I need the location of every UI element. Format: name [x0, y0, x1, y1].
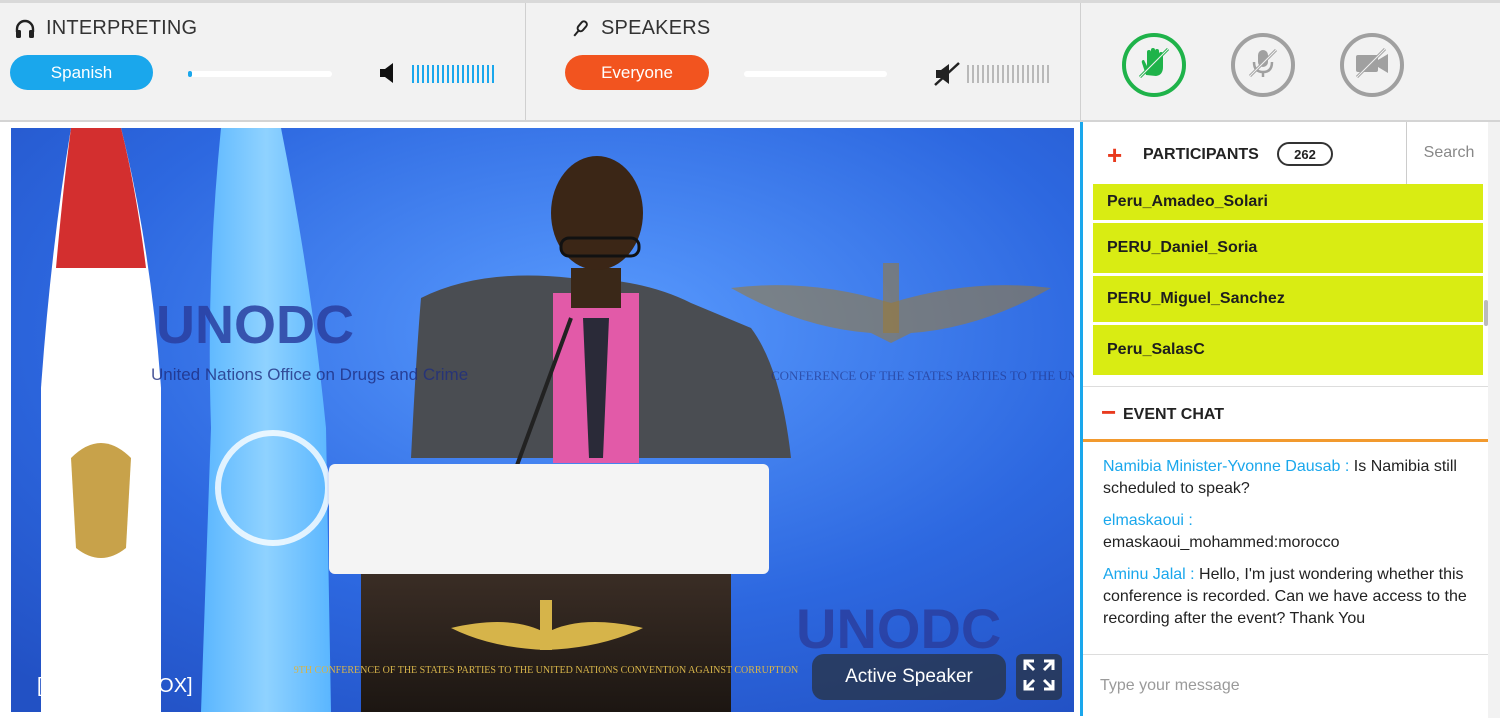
- fullscreen-icon: [1022, 658, 1056, 697]
- volume-bar: [492, 65, 494, 83]
- volume-bar: [982, 65, 984, 83]
- chat-message: elmaskaoui : emaskaoui_mohammed:morocco: [1103, 510, 1475, 554]
- backdrop-text: UNODC: [156, 295, 354, 355]
- volume-bar: [992, 65, 994, 83]
- microphone-icon: [569, 18, 591, 40]
- minus-icon[interactable]: −: [1101, 397, 1116, 428]
- sidebar: + PARTICIPANTS 262 Search Peru_Amadeo_So…: [1080, 122, 1488, 716]
- camera-toggle-button[interactable]: [1340, 33, 1404, 97]
- speakers-panel: SPEAKERS Everyone: [527, 3, 1081, 120]
- participant-name: PERU_Daniel_Soria: [1107, 239, 1258, 256]
- participant-item[interactable]: Peru_Amadeo_Solari: [1093, 184, 1483, 220]
- volume-bar: [447, 65, 449, 83]
- participant-item[interactable]: Peru_SalasC: [1093, 325, 1483, 375]
- participant-item[interactable]: PERU_Daniel_Soria: [1093, 223, 1483, 273]
- volume-bar: [1022, 65, 1024, 83]
- speakers-balance-slider[interactable]: [744, 71, 887, 77]
- volume-bar: [432, 65, 434, 83]
- interpreting-header: INTERPRETING: [14, 17, 197, 40]
- speaker-muted-icon[interactable]: [933, 61, 961, 92]
- video-stage[interactable]: UNODC UNODC United Nations Office on Dru…: [11, 128, 1074, 712]
- active-speaker-button[interactable]: Active Speaker: [812, 654, 1006, 700]
- volume-bar: [987, 65, 989, 83]
- interpreting-slider-fill: [188, 71, 193, 77]
- volume-bar: [1012, 65, 1014, 83]
- volume-bar: [977, 65, 979, 83]
- participants-header[interactable]: + PARTICIPANTS 262 Search: [1083, 122, 1488, 184]
- participant-count-badge: 262: [1277, 142, 1333, 166]
- participants-title: PARTICIPANTS: [1143, 146, 1259, 163]
- volume-bar: [452, 65, 454, 83]
- speakers-title: SPEAKERS: [601, 17, 711, 39]
- window-edge: [1488, 122, 1500, 718]
- chat-input-bar: [1083, 654, 1488, 716]
- raise-hand-icon: [1136, 45, 1172, 86]
- search-placeholder: Search: [1423, 144, 1475, 161]
- volume-bar: [997, 65, 999, 83]
- volume-bar: [1007, 65, 1009, 83]
- podium-event-text: 9TH CONFERENCE OF THE STATES PARTIES TO …: [294, 665, 799, 676]
- chat-author: Aminu Jalal :: [1103, 566, 1195, 583]
- volume-bar: [467, 65, 469, 83]
- volume-bar: [1002, 65, 1004, 83]
- headphones-icon: [14, 18, 36, 40]
- media-controls: [1082, 3, 1500, 120]
- volume-bar: [1037, 65, 1039, 83]
- volume-bar: [422, 65, 424, 83]
- interpreting-panel: INTERPRETING Spanish: [0, 3, 526, 120]
- volume-bar: [1027, 65, 1029, 83]
- mic-muted-icon: [1246, 46, 1280, 85]
- microphone-toggle-button[interactable]: [1231, 33, 1295, 97]
- plus-icon[interactable]: +: [1107, 140, 1122, 171]
- raise-hand-button[interactable]: [1122, 33, 1186, 97]
- volume-bar: [412, 65, 414, 83]
- backdrop-text-secondary: UNODC: [796, 597, 1001, 660]
- volume-bar: [457, 65, 459, 83]
- volume-bar: [1047, 65, 1049, 83]
- volume-bar: [1042, 65, 1044, 83]
- volume-bar: [477, 65, 479, 83]
- volume-bar: [1017, 65, 1019, 83]
- speaker-volume-icon[interactable]: [378, 61, 400, 90]
- volume-bar: [972, 65, 974, 83]
- fullscreen-button[interactable]: [1016, 654, 1062, 700]
- participant-name: Peru_Amadeo_Solari: [1107, 193, 1268, 210]
- volume-bar: [427, 65, 429, 83]
- chat-author: elmaskaoui :: [1103, 512, 1193, 529]
- volume-bar: [487, 65, 489, 83]
- volume-bar: [417, 65, 419, 83]
- participant-search[interactable]: Search: [1406, 122, 1491, 184]
- interpreting-volume-meter[interactable]: [412, 65, 494, 83]
- participant-item[interactable]: PERU_Miguel_Sanchez: [1093, 276, 1483, 322]
- language-select-button[interactable]: Spanish: [10, 55, 153, 90]
- volume-bar: [482, 65, 484, 83]
- volume-bar: [462, 65, 464, 83]
- room-label: [Plenary UNBOX]: [37, 675, 193, 697]
- interpreting-balance-slider[interactable]: [188, 71, 332, 77]
- participant-name: PERU_Miguel_Sanchez: [1107, 290, 1285, 307]
- camera-off-icon: [1353, 46, 1391, 85]
- chat-message: Namibia Minister-Yvonne Dausab : Is Nami…: [1103, 456, 1475, 500]
- interpreting-title: INTERPRETING: [46, 17, 198, 39]
- chat-text: emaskaoui_mohammed:morocco: [1103, 534, 1340, 551]
- volume-bar: [472, 65, 474, 83]
- participant-name: Peru_SalasC: [1107, 341, 1205, 358]
- chat-header[interactable]: − EVENT CHAT: [1083, 386, 1488, 442]
- video-frame: UNODC UNODC United Nations Office on Dru…: [11, 128, 1074, 712]
- chat-input[interactable]: [1100, 676, 1470, 695]
- speaker-target-button[interactable]: Everyone: [565, 55, 709, 90]
- backdrop-banner: CONFERENCE OF THE STATES PARTIES TO THE …: [771, 368, 1074, 383]
- volume-bar: [1032, 65, 1034, 83]
- backdrop-subtext: United Nations Office on Drugs and Crime: [151, 365, 468, 384]
- volume-bar: [442, 65, 444, 83]
- top-toolbar: INTERPRETING Spanish SPEAKERS Everyone: [0, 0, 1500, 122]
- speakers-volume-meter[interactable]: [967, 65, 1049, 83]
- chat-message: Aminu Jalal : Hello, I'm just wondering …: [1103, 564, 1475, 630]
- speakers-header: SPEAKERS: [569, 17, 710, 40]
- volume-bar: [437, 65, 439, 83]
- chat-messages: Namibia Minister-Yvonne Dausab : Is Nami…: [1103, 456, 1475, 640]
- chat-title: EVENT CHAT: [1123, 406, 1225, 423]
- chat-author: Namibia Minister-Yvonne Dausab :: [1103, 458, 1350, 475]
- volume-bar: [967, 65, 969, 83]
